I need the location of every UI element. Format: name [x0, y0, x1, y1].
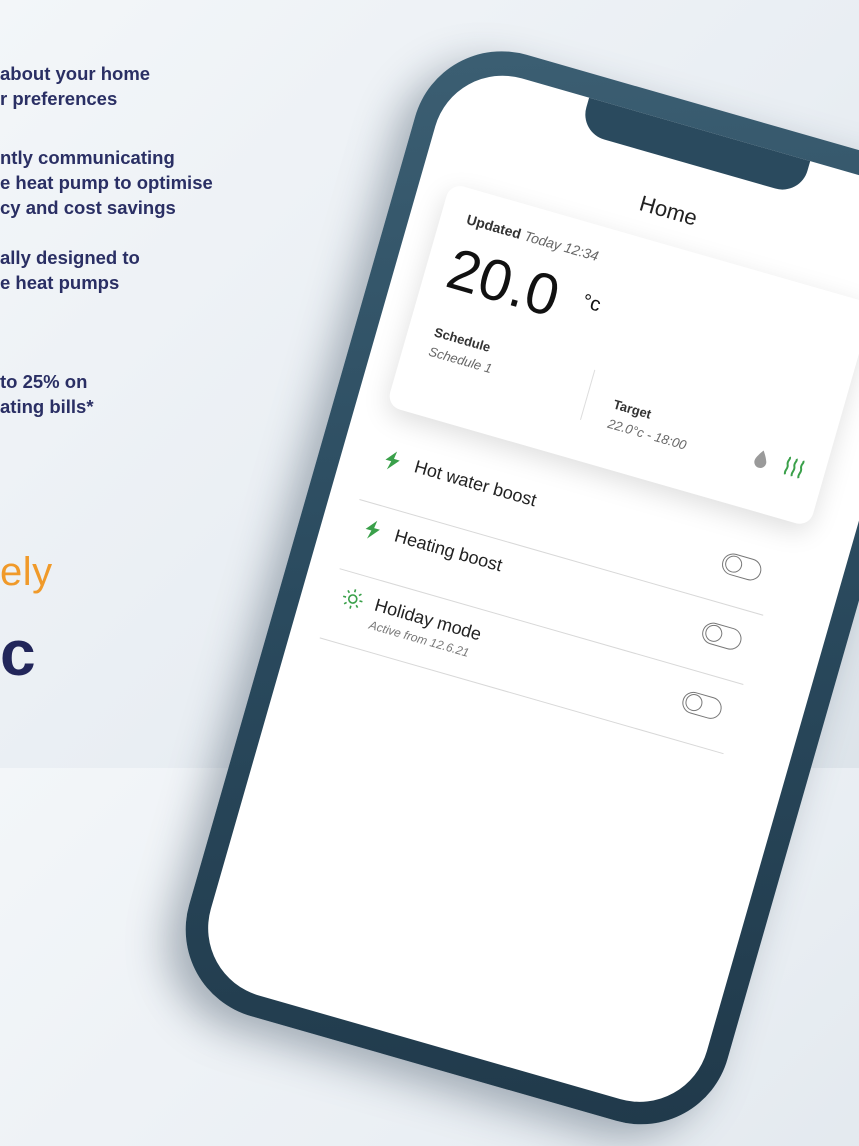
phone-notch	[579, 91, 812, 196]
bullet-2-line-1: ntly communicating	[0, 147, 175, 168]
bullet-3-line-1: ally designed to	[0, 247, 140, 268]
sun-icon	[342, 589, 363, 609]
holiday-mode-toggle[interactable]	[679, 689, 725, 722]
feature-bullet-2: ntly communicating e heat pump to optimi…	[0, 145, 213, 220]
heating-icon	[783, 456, 805, 479]
toggle-knob	[703, 622, 725, 644]
bullet-1-line-1: about your home	[0, 63, 151, 84]
toggle-knob	[723, 553, 745, 575]
water-drop-icon	[754, 450, 767, 469]
bullet-2-line-2: e heat pump to optimise	[0, 172, 213, 193]
brand-logo-fragment: c	[0, 617, 36, 689]
toggle-knob	[683, 692, 705, 714]
brand-wordmark-fragment: ely	[0, 550, 53, 594]
bullet-4-line-2: ating bills*	[0, 396, 94, 417]
lightning-icon	[365, 520, 380, 539]
bullet-2-line-3: cy and cost savings	[0, 197, 176, 218]
lightning-icon	[385, 451, 400, 470]
hot-water-boost-title: Hot water boost	[412, 456, 539, 511]
bullet-1-line-2: r preferences	[0, 88, 118, 109]
bullet-3-line-2: e heat pumps	[0, 272, 120, 293]
feature-bullet-3: ally designed to e heat pumps	[0, 245, 140, 295]
card-divider	[580, 369, 596, 420]
hot-water-boost-toggle[interactable]	[719, 550, 764, 584]
bullet-4-line-1: to 25% on	[0, 371, 88, 392]
feature-bullet-1: about your home r preferences	[0, 61, 150, 111]
feature-bullet-4: to 25% on ating bills*	[0, 369, 94, 419]
heating-boost-toggle[interactable]	[699, 620, 745, 653]
current-temperature: 20.0	[440, 235, 567, 330]
temperature-unit: °c	[579, 290, 604, 317]
updated-label: Updated	[464, 211, 524, 242]
page-title: Home	[636, 190, 701, 231]
